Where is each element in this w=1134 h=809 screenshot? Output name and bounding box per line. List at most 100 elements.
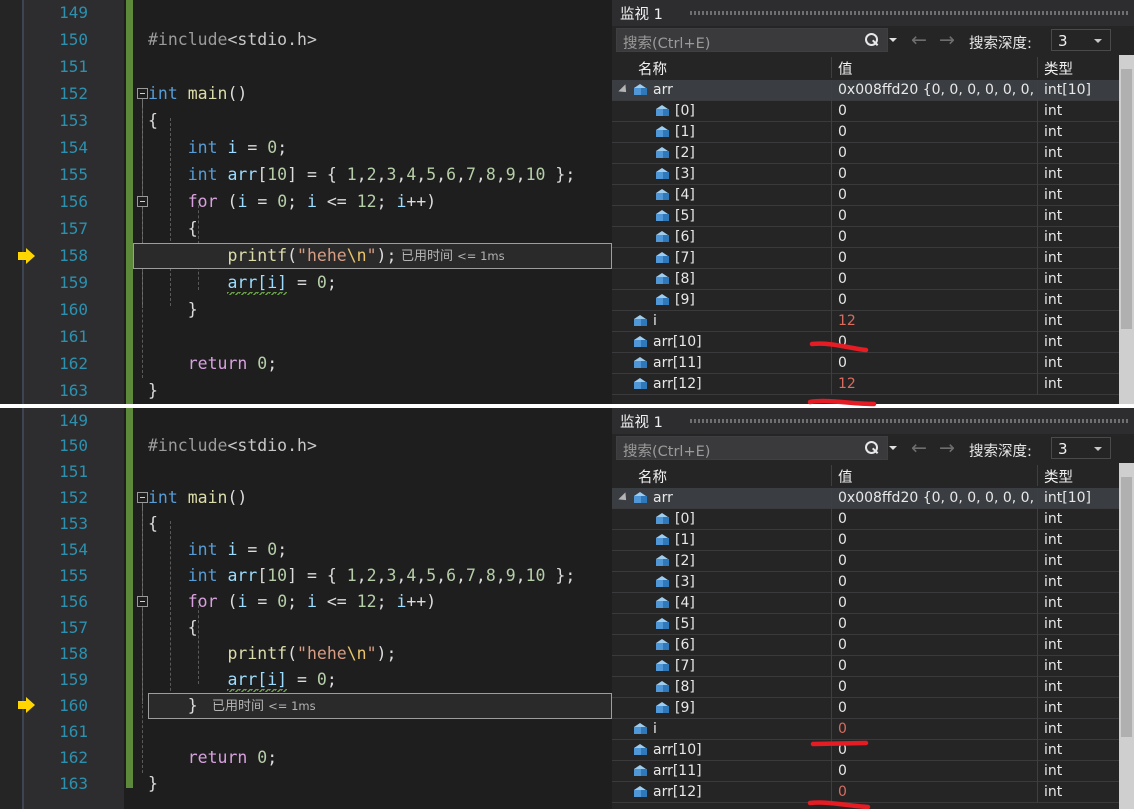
- watch-row-value[interactable]: 0: [838, 700, 1034, 716]
- watch-row-name[interactable]: arr: [653, 82, 673, 98]
- watch-row[interactable]: [5] 0 int: [612, 614, 1134, 635]
- watch-row-value[interactable]: 0: [838, 574, 1034, 590]
- watch-row[interactable]: arr[10] 0 int: [612, 740, 1134, 761]
- watch-row[interactable]: [7] 0 int: [612, 656, 1134, 677]
- fold-collapse-box-main[interactable]: [137, 492, 148, 503]
- watch-row-value[interactable]: 12: [838, 313, 1034, 329]
- watch-row-value[interactable]: 12: [838, 376, 1034, 392]
- search-prev-icon[interactable]: ←: [911, 439, 927, 458]
- fold-collapse-box-for[interactable]: [137, 196, 148, 207]
- watch-row[interactable]: [0] 0 int: [612, 509, 1134, 530]
- code-editor-bottom[interactable]: 149 150 151 152 153 154 155 156 157 158 …: [0, 408, 612, 809]
- watch-search-box-top[interactable]: 搜索(Ctrl+E): [616, 28, 888, 52]
- search-depth-select-bottom[interactable]: 3: [1051, 437, 1111, 459]
- watch-row-value[interactable]: 0: [838, 763, 1034, 779]
- fold-collapse-box-main[interactable]: [137, 88, 148, 99]
- watch-row[interactable]: [6] 0 int: [612, 227, 1134, 248]
- column-header-name[interactable]: 名称: [638, 466, 667, 487]
- watch-row-value[interactable]: 0: [838, 166, 1034, 182]
- column-header-value[interactable]: 值: [838, 58, 853, 79]
- watch-row-value[interactable]: 0: [838, 145, 1034, 161]
- search-options-chevron-down-icon[interactable]: [889, 38, 897, 42]
- watch-row-name[interactable]: [5]: [675, 616, 695, 632]
- expander-triangle-icon[interactable]: [618, 492, 630, 504]
- watch-rows-top[interactable]: arr 0x008ffd20 {0, 0, 0, 0, 0, 0, 0, 0, .…: [612, 80, 1134, 404]
- scrollbar-thumb[interactable]: [1121, 477, 1132, 737]
- watch-row[interactable]: [1] 0 int: [612, 530, 1134, 551]
- watch-row[interactable]: [9] 0 int: [612, 290, 1134, 311]
- depth-chevron-down-icon[interactable]: [1094, 39, 1102, 43]
- watch-row-value[interactable]: 0: [838, 511, 1034, 527]
- search-options-chevron-down-icon[interactable]: [889, 446, 897, 450]
- watch-row[interactable]: arr 0x008ffd20 {0, 0, 0, 0, 0, 0, 0, 0, .…: [612, 80, 1134, 101]
- column-divider[interactable]: [831, 465, 832, 486]
- watch-window-top[interactable]: 监视 1 搜索(Ctrl+E) ← → 搜索深度: 3 名称 值 类型 arr …: [612, 0, 1134, 404]
- watch-column-header-bottom[interactable]: 名称 值 类型: [612, 463, 1134, 489]
- watch-row[interactable]: i 0 int: [612, 719, 1134, 740]
- column-divider[interactable]: [1037, 57, 1038, 78]
- code-editor-top[interactable]: 149 150 151 152 153 154 155 156 157 158 …: [0, 0, 612, 404]
- watch-row[interactable]: arr[11] 0 int: [612, 353, 1134, 374]
- watch-row-value[interactable]: 0x008ffd20 {0, 0, 0, 0, 0, 0, 0, 0, ...: [838, 490, 1034, 506]
- watch-row-name[interactable]: arr[11]: [653, 763, 702, 779]
- watch-row-name[interactable]: [2]: [675, 553, 695, 569]
- watch-row-value[interactable]: 0: [838, 742, 1034, 758]
- column-header-value[interactable]: 值: [838, 466, 853, 487]
- watch-toolbar-top[interactable]: 搜索(Ctrl+E) ← → 搜索深度: 3: [612, 26, 1134, 54]
- watch-row-name[interactable]: [6]: [675, 229, 695, 245]
- search-next-icon[interactable]: →: [939, 439, 955, 458]
- watch-row-name[interactable]: [9]: [675, 292, 695, 308]
- watch-row[interactable]: [9] 0 int: [612, 698, 1134, 719]
- watch-row[interactable]: [3] 0 int: [612, 164, 1134, 185]
- watch-row[interactable]: [4] 0 int: [612, 185, 1134, 206]
- watch-row[interactable]: [8] 0 int: [612, 269, 1134, 290]
- column-header-name[interactable]: 名称: [638, 58, 667, 79]
- column-header-type[interactable]: 类型: [1044, 58, 1073, 79]
- watch-row-name[interactable]: arr[12]: [653, 376, 702, 392]
- watch-row[interactable]: arr 0x008ffd20 {0, 0, 0, 0, 0, 0, 0, 0, .…: [612, 488, 1134, 509]
- watch-row[interactable]: [4] 0 int: [612, 593, 1134, 614]
- watch-row-value[interactable]: 0: [838, 292, 1034, 308]
- watch-window-bottom[interactable]: 监视 1 搜索(Ctrl+E) ← → 搜索深度: 3 名称 值 类型 arr …: [612, 408, 1134, 809]
- watch-row[interactable]: [1] 0 int: [612, 122, 1134, 143]
- search-icon[interactable]: [865, 33, 880, 48]
- column-divider[interactable]: [1037, 465, 1038, 486]
- watch-title-bar-top[interactable]: 监视 1: [612, 0, 1134, 26]
- watch-row-name[interactable]: arr[10]: [653, 334, 702, 350]
- watch-row-value[interactable]: 0: [838, 784, 1034, 800]
- watch-row-name[interactable]: [3]: [675, 574, 695, 590]
- watch-row-value[interactable]: 0: [838, 250, 1034, 266]
- watch-row-value[interactable]: 0: [838, 616, 1034, 632]
- watch-row-value[interactable]: 0: [838, 124, 1034, 140]
- watch-row-name[interactable]: i: [653, 721, 657, 737]
- watch-vertical-scrollbar-top[interactable]: [1119, 55, 1134, 404]
- fold-collapse-box-for[interactable]: [137, 596, 148, 607]
- watch-vertical-scrollbar-bottom[interactable]: [1119, 463, 1134, 809]
- watch-row-name[interactable]: [6]: [675, 637, 695, 653]
- watch-row-name[interactable]: arr: [653, 490, 673, 506]
- column-header-type[interactable]: 类型: [1044, 466, 1073, 487]
- watch-row-value[interactable]: 0: [838, 553, 1034, 569]
- watch-row[interactable]: arr[12] 12 int: [612, 374, 1134, 395]
- depth-chevron-down-icon[interactable]: [1094, 447, 1102, 451]
- watch-row-name[interactable]: [3]: [675, 166, 695, 182]
- watch-row-name[interactable]: [0]: [675, 511, 695, 527]
- scrollbar-thumb[interactable]: [1121, 69, 1132, 329]
- watch-row-value[interactable]: 0: [838, 103, 1034, 119]
- watch-row[interactable]: i 12 int: [612, 311, 1134, 332]
- watch-row-value[interactable]: 0: [838, 679, 1034, 695]
- watch-row[interactable]: [5] 0 int: [612, 206, 1134, 227]
- watch-rows-bottom[interactable]: arr 0x008ffd20 {0, 0, 0, 0, 0, 0, 0, 0, .…: [612, 488, 1134, 809]
- watch-title-bar-bottom[interactable]: 监视 1: [612, 408, 1134, 434]
- expander-triangle-icon[interactable]: [618, 84, 630, 96]
- watch-row-name[interactable]: [2]: [675, 145, 695, 161]
- watch-row[interactable]: [3] 0 int: [612, 572, 1134, 593]
- watch-row-name[interactable]: [4]: [675, 595, 695, 611]
- watch-row[interactable]: arr[10] 0 int: [612, 332, 1134, 353]
- watch-row-name[interactable]: [1]: [675, 124, 695, 140]
- search-icon[interactable]: [865, 441, 880, 456]
- watch-row-name[interactable]: [0]: [675, 103, 695, 119]
- search-depth-select-top[interactable]: 3: [1051, 29, 1111, 51]
- watch-row-name[interactable]: [7]: [675, 250, 695, 266]
- watch-row-name[interactable]: i: [653, 313, 657, 329]
